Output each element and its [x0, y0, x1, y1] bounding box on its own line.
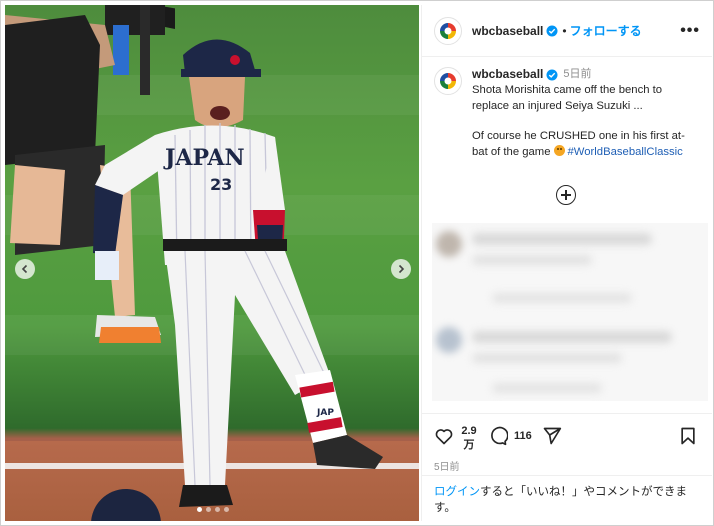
jersey-number: 23: [210, 175, 232, 194]
carousel-dot[interactable]: [215, 507, 220, 512]
blurred-text: [492, 383, 602, 393]
like-count-unit: 万: [463, 439, 475, 451]
send-icon: [543, 427, 562, 445]
blurred-text: [492, 293, 632, 303]
hashtag-link[interactable]: #WorldBaseballClassic: [568, 146, 683, 158]
comment-icon: [491, 426, 509, 446]
post-actions: 2.9 万 116 5日前: [422, 413, 712, 473]
carousel-dot[interactable]: [224, 507, 229, 512]
carousel-dots: [197, 507, 229, 512]
caption-header: wbcbaseball 5日前: [472, 67, 685, 83]
like-button[interactable]: [434, 426, 454, 451]
player-figure: JAPAN 23 JAP: [93, 39, 383, 507]
chevron-left-icon: [21, 264, 28, 274]
heart-icon: [435, 429, 453, 445]
verified-badge-icon: [546, 25, 558, 37]
caption-line: replace an injured Seiya Suzuki ...: [472, 99, 643, 112]
jersey-text: JAPAN: [163, 145, 245, 171]
leg-guard-text: JAP: [316, 408, 334, 418]
caption-text: bat of the game: [472, 146, 551, 159]
share-button[interactable]: [542, 426, 562, 451]
blurred-text: [472, 255, 592, 265]
blurred-text: [472, 331, 672, 343]
caption-username[interactable]: wbcbaseball: [472, 67, 543, 83]
post-header: wbcbaseball • フォローする •••: [422, 5, 712, 57]
post-caption: wbcbaseball 5日前 Shota Morishita came off…: [434, 67, 706, 161]
bookmark-icon: [681, 427, 695, 445]
blurred-avatar: [436, 231, 462, 257]
account-username[interactable]: wbcbaseball: [472, 24, 543, 38]
post-side-panel: wbcbaseball • フォローする ••• wbcbaseball 5日前…: [421, 5, 712, 521]
caption-line: Shota Morishita came off the bench to: [472, 83, 663, 96]
caption-line-last: bat of the game #WorldBaseballClassic: [472, 145, 685, 161]
save-button[interactable]: [678, 426, 698, 451]
carousel-dot[interactable]: [197, 507, 202, 512]
chevron-right-icon: [398, 264, 405, 274]
account-avatar[interactable]: [434, 16, 462, 45]
wbc-logo-icon: [440, 73, 456, 89]
instagram-embed: JAPAN 23 JAP wbcbaseball • フォローする ••• wb…: [0, 0, 714, 526]
follow-button[interactable]: フォローする: [570, 22, 642, 39]
comment-count: 116: [514, 430, 532, 442]
blurred-text: [472, 353, 622, 363]
header-separator: •: [562, 23, 567, 38]
login-link[interactable]: ログイン: [434, 486, 480, 498]
caption-avatar[interactable]: [434, 67, 462, 95]
caption-body: wbcbaseball 5日前 Shota Morishita came off…: [472, 67, 685, 161]
wbc-logo-icon: [440, 22, 456, 39]
verified-badge-icon: [546, 69, 558, 81]
comment-button[interactable]: [488, 426, 509, 451]
blurred-comments: [432, 223, 708, 401]
login-prompt: ログインすると「いいね！」やコメントができます。: [422, 475, 712, 521]
blurred-avatar: [436, 327, 462, 353]
caption-line: Of course he CRUSHED one in his first at…: [472, 130, 685, 143]
post-photo[interactable]: JAPAN 23 JAP: [5, 5, 419, 521]
carousel-dot[interactable]: [206, 507, 211, 512]
more-options-icon[interactable]: •••: [680, 22, 700, 40]
like-count: 2.9 万: [460, 424, 478, 452]
blurred-text: [472, 233, 652, 245]
carousel-prev-button[interactable]: [15, 259, 35, 279]
post-date[interactable]: 5日前: [434, 458, 460, 473]
flushed-face-emoji-icon: [553, 145, 565, 157]
caption-time[interactable]: 5日前: [563, 67, 591, 83]
carousel-next-button[interactable]: [391, 259, 411, 279]
load-more-comments-icon[interactable]: [556, 185, 576, 205]
like-count-number: 2.9: [461, 425, 477, 437]
